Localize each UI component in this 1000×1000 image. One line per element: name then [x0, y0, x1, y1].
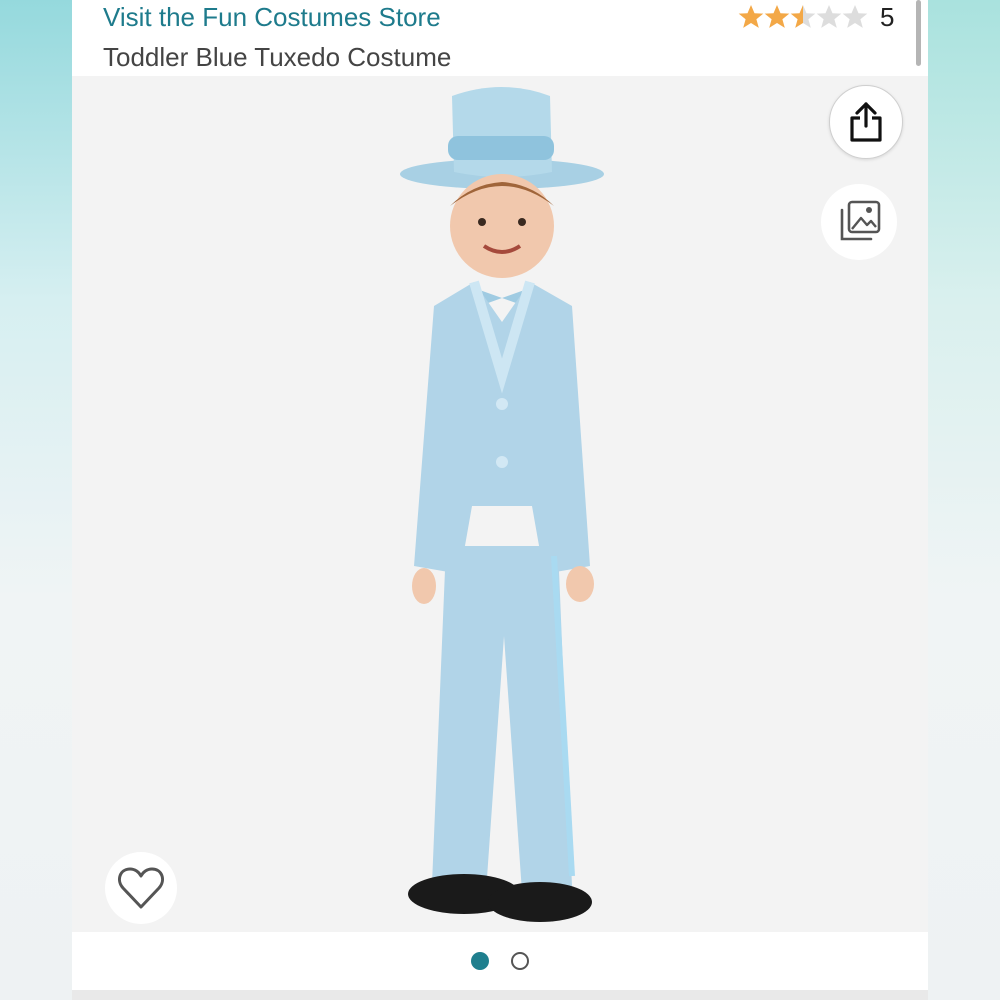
- carousel-dot[interactable]: [471, 952, 489, 970]
- background-left: [0, 0, 72, 1000]
- store-link[interactable]: Visit the Fun Costumes Store: [103, 2, 441, 33]
- share-button[interactable]: [829, 85, 903, 159]
- star-icon: [816, 5, 842, 28]
- star-icon: [790, 5, 816, 28]
- star-icon: [842, 5, 868, 28]
- background-right: [928, 0, 1000, 1000]
- scrollbar[interactable]: [916, 0, 921, 66]
- product-image-viewer[interactable]: [72, 76, 928, 932]
- product-header: Visit the Fun Costumes Store Toddler Blu…: [72, 0, 928, 76]
- rating-count[interactable]: 5: [880, 2, 894, 33]
- carousel-dot[interactable]: [511, 952, 529, 970]
- star-icon: [738, 5, 764, 28]
- gallery-icon: [840, 200, 881, 241]
- carousel-indicator: [72, 932, 928, 990]
- heart-icon: [118, 867, 164, 909]
- stars-group: [738, 4, 868, 30]
- product-title: Toddler Blue Tuxedo Costume: [103, 42, 452, 72]
- star-icon: [764, 5, 790, 28]
- bottom-divider: [72, 990, 928, 1000]
- wishlist-button[interactable]: [105, 852, 177, 924]
- gallery-button[interactable]: [821, 184, 897, 260]
- product-photo: [400, 87, 604, 922]
- product-page-screen: Visit the Fun Costumes Store Toddler Blu…: [72, 0, 928, 1000]
- star-rating[interactable]: 5: [738, 2, 894, 32]
- share-icon: [850, 102, 882, 142]
